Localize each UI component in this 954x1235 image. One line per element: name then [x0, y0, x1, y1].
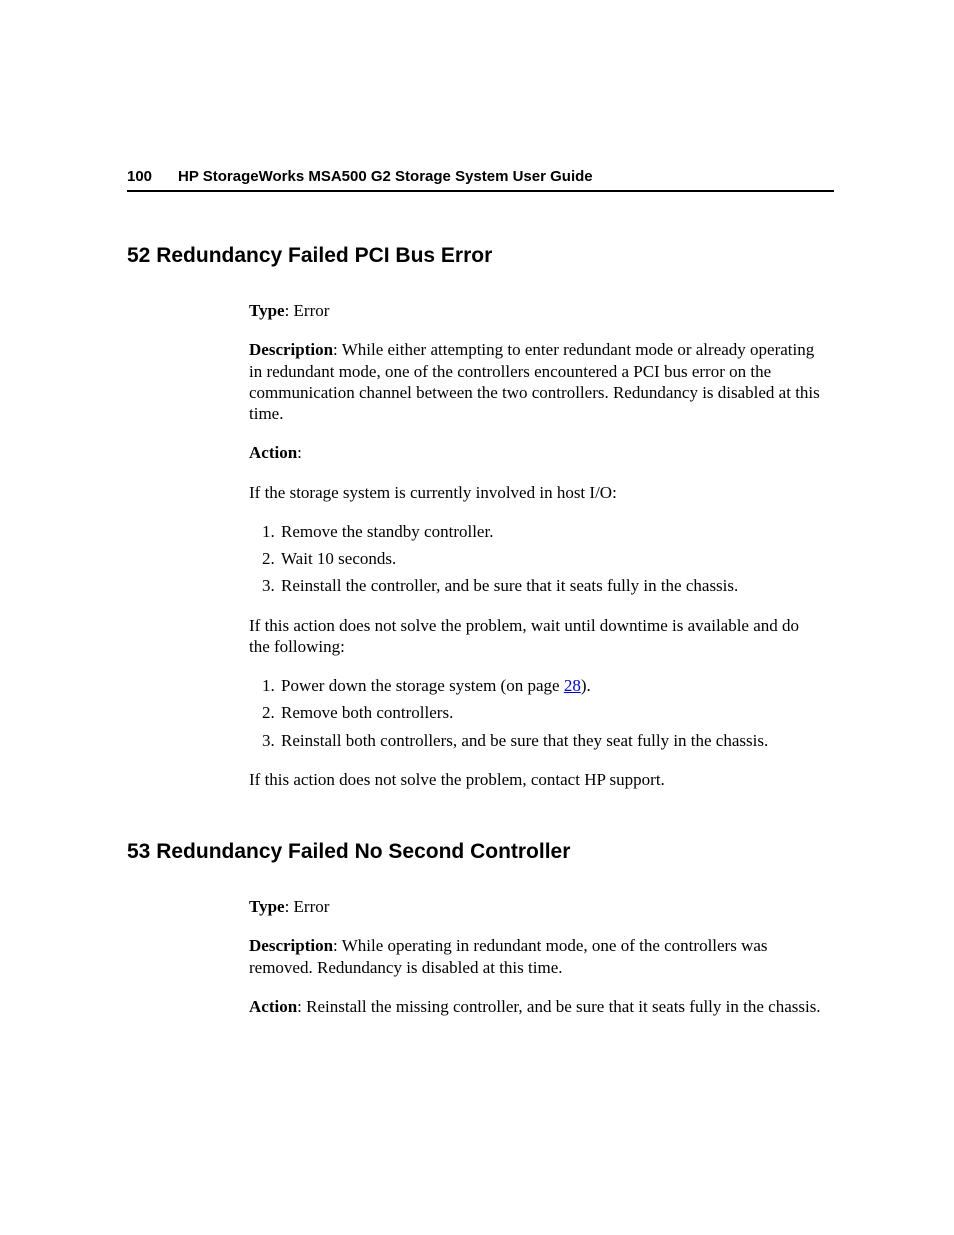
- section-heading-52: 52 Redundancy Failed PCI Bus Error: [127, 244, 834, 268]
- list-item: Wait 10 seconds.: [279, 548, 824, 569]
- action-label: Action: [249, 997, 297, 1016]
- list-item: Remove the standby controller.: [279, 521, 824, 542]
- list-item: Reinstall both controllers, and be sure …: [279, 730, 824, 751]
- description-value: : While either attempting to enter redun…: [249, 340, 820, 423]
- section-52-content: Type: Error Description: While either at…: [249, 300, 824, 790]
- section-heading-53: 53 Redundancy Failed No Second Controlle…: [127, 840, 834, 864]
- page-number: 100: [127, 168, 152, 185]
- action-list-1: Remove the standby controller. Wait 10 s…: [249, 521, 824, 597]
- list-item: Remove both controllers.: [279, 702, 824, 723]
- type-value: : Error: [285, 897, 330, 916]
- type-line: Type: Error: [249, 896, 824, 917]
- description-line: Description: While operating in redundan…: [249, 935, 824, 978]
- action-line: Action:: [249, 442, 824, 463]
- page-link-28[interactable]: 28: [564, 676, 581, 695]
- description-label: Description: [249, 340, 333, 359]
- type-value: : Error: [285, 301, 330, 320]
- list-item: Power down the storage system (on page 2…: [279, 675, 824, 696]
- action-intro: If the storage system is currently invol…: [249, 482, 824, 503]
- doc-title: HP StorageWorks MSA500 G2 Storage System…: [178, 168, 593, 185]
- section-53-content: Type: Error Description: While operating…: [249, 896, 824, 1017]
- page-header: 100 HP StorageWorks MSA500 G2 Storage Sy…: [127, 168, 834, 192]
- type-label: Type: [249, 897, 285, 916]
- list-text-post: ).: [581, 676, 591, 695]
- mid-paragraph: If this action does not solve the proble…: [249, 615, 824, 658]
- description-line: Description: While either attempting to …: [249, 339, 824, 424]
- list-text-pre: Power down the storage system (on page: [281, 676, 564, 695]
- description-label: Description: [249, 936, 333, 955]
- action-value: : Reinstall the missing controller, and …: [297, 997, 820, 1016]
- action-colon: :: [297, 443, 302, 462]
- action-label: Action: [249, 443, 297, 462]
- action-list-2: Power down the storage system (on page 2…: [249, 675, 824, 751]
- type-line: Type: Error: [249, 300, 824, 321]
- closing-paragraph: If this action does not solve the proble…: [249, 769, 824, 790]
- action-line: Action: Reinstall the missing controller…: [249, 996, 824, 1017]
- type-label: Type: [249, 301, 285, 320]
- list-item: Reinstall the controller, and be sure th…: [279, 575, 824, 596]
